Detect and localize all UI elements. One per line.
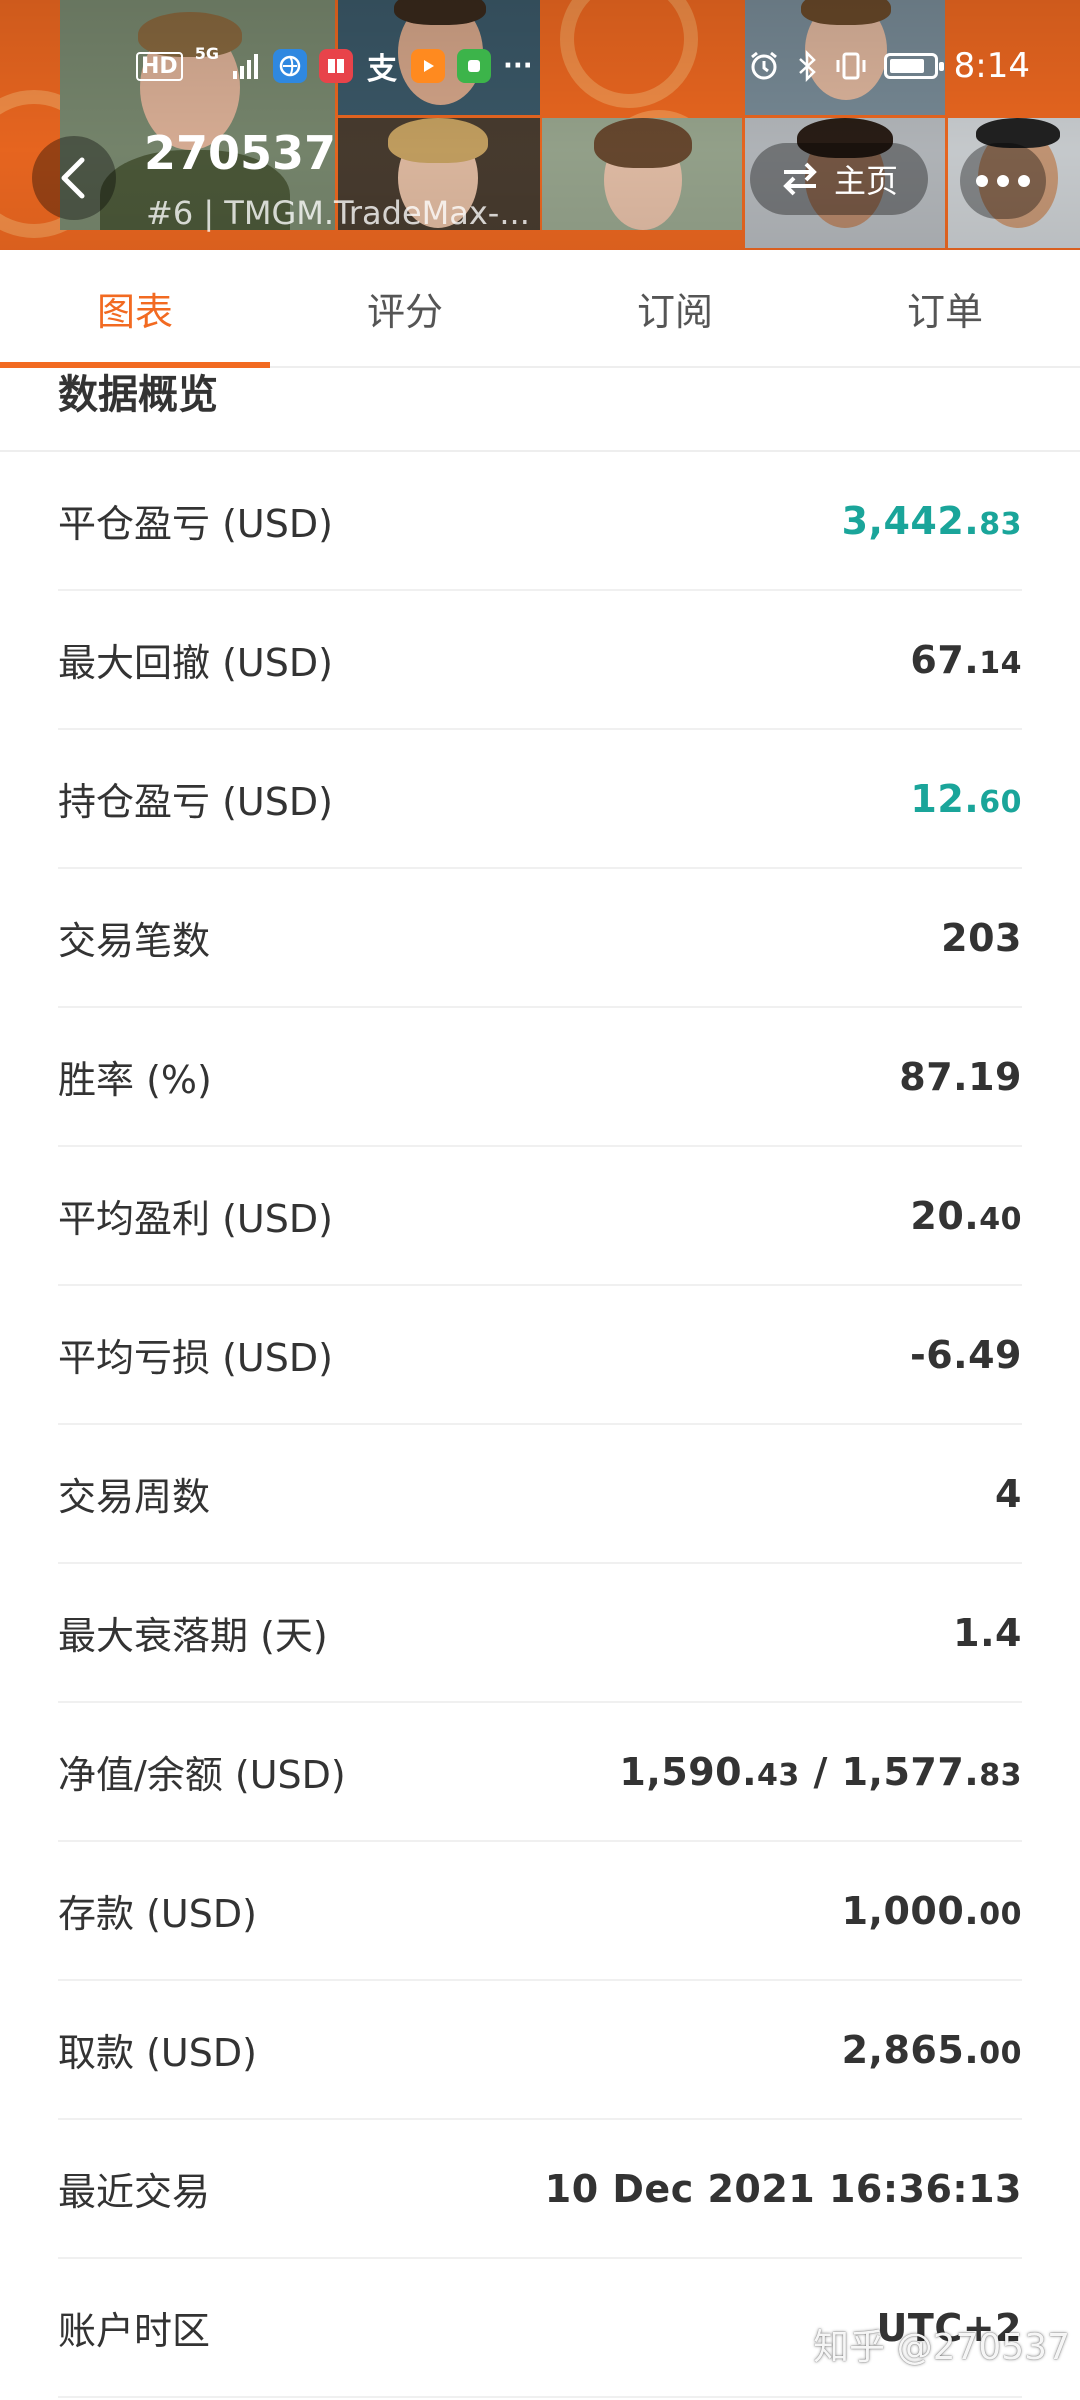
bluetooth-icon [796,50,818,82]
stat-label: 取款 (USD) [58,2031,257,2075]
reader-icon [318,49,353,83]
vibrate-icon [834,50,868,82]
stat-value: 203 [941,915,1022,960]
header-banner: HD 5G 支 ··· 8:14 270537 #6 | TMGM.TradeM… [0,0,1080,250]
game-icon [456,49,491,83]
watermark: 知乎 @270537 [813,2327,1070,2368]
signal-icon [231,51,261,81]
overview-list: 平仓盈亏 (USD) 3,442.83 最大回撤 (USD) 67.14 持仓盈… [58,452,1022,2398]
status-time: 8:14 [953,46,1030,86]
home-button[interactable]: 主页 [750,143,928,215]
stat-label: 最近交易 [58,2170,211,2214]
stat-value: 10 Dec 2021 16:36:13 [544,2166,1022,2211]
stat-label: 交易笔数 [58,919,211,963]
stat-label: 最大衰落期 (天) [58,1614,328,1658]
stat-value: 2,865.00 [841,2027,1022,2072]
stat-label: 胜率 (%) [58,1058,212,1102]
back-button[interactable] [32,136,116,220]
hd-icon: HD [136,51,183,81]
stat-label: 平均亏损 (USD) [58,1336,333,1380]
home-button-label: 主页 [833,162,898,200]
section-title: 数据概览 [58,372,218,418]
swap-icon [783,162,817,196]
video-icon [410,49,445,83]
more-notifications-icon: ··· [502,51,533,81]
tab-orders[interactable]: 订单 [810,250,1080,366]
stat-value: 1,590.43 / 1,577.83 [619,1749,1022,1794]
stat-value: 67.14 [910,637,1022,682]
stat-value: 12.60 [910,776,1022,821]
stat-label: 净值/余额 (USD) [58,1753,346,1797]
stat-value: 1,000.00 [841,1888,1022,1933]
list-item: 取款 (USD) 2,865.00 [58,1981,1022,2120]
stat-value: -6.49 [909,1332,1022,1377]
list-item: 交易周数 4 [58,1425,1022,1564]
stat-label: 最大回撤 (USD) [58,641,333,685]
stat-label: 持仓盈亏 (USD) [58,780,333,824]
list-item: 平均亏损 (USD) -6.49 [58,1286,1022,1425]
stat-label: 存款 (USD) [58,1892,257,1936]
list-item: 最大衰落期 (天) 1.4 [58,1564,1022,1703]
list-item: 最大回撤 (USD) 67.14 [58,591,1022,730]
tab-chart[interactable]: 图表 [0,250,270,368]
stat-label: 交易周数 [58,1475,211,1519]
alarm-icon [748,50,780,82]
tab-bar: 图表 评分 订阅 订单 [0,250,1080,368]
browser-icon [272,49,307,83]
tab-subscription[interactable]: 订阅 [540,250,810,366]
stat-value: 3,442.83 [841,498,1022,543]
stat-value: 1.4 [953,1610,1022,1655]
stat-label: 平均盈利 (USD) [58,1197,333,1241]
page-title: 270537 [144,126,337,180]
list-item: 存款 (USD) 1,000.00 [58,1842,1022,1981]
list-item: 持仓盈亏 (USD) 12.60 [58,730,1022,869]
chevron-left-icon [61,157,85,199]
battery-icon [883,53,944,79]
tab-rating[interactable]: 评分 [270,250,540,366]
list-item: 胜率 (%) 87.19 [58,1008,1022,1147]
list-item: 平仓盈亏 (USD) 3,442.83 [58,452,1022,591]
status-bar-left: HD 5G 支 ··· [136,36,533,96]
5g-icon: 5G [194,44,219,63]
list-item: 净值/余额 (USD) 1,590.43 / 1,577.83 [58,1703,1022,1842]
stat-label: 账户时区 [58,2309,211,2353]
page-subtitle: #6 | TMGM.TradeMax-... [146,194,530,232]
list-item: 最近交易 10 Dec 2021 16:36:13 [58,2120,1022,2259]
list-item: 平均盈利 (USD) 20.40 [58,1147,1022,1286]
stat-label: 平仓盈亏 (USD) [58,502,333,546]
more-dots-icon [976,175,1030,187]
stat-value: 20.40 [910,1193,1022,1238]
stat-value: 87.19 [899,1054,1022,1099]
more-button[interactable] [960,143,1046,219]
status-bar-right: 8:14 [748,36,1030,96]
list-item: 交易笔数 203 [58,869,1022,1008]
alipay-icon: 支 [366,52,397,87]
stat-value: 4 [995,1471,1022,1516]
